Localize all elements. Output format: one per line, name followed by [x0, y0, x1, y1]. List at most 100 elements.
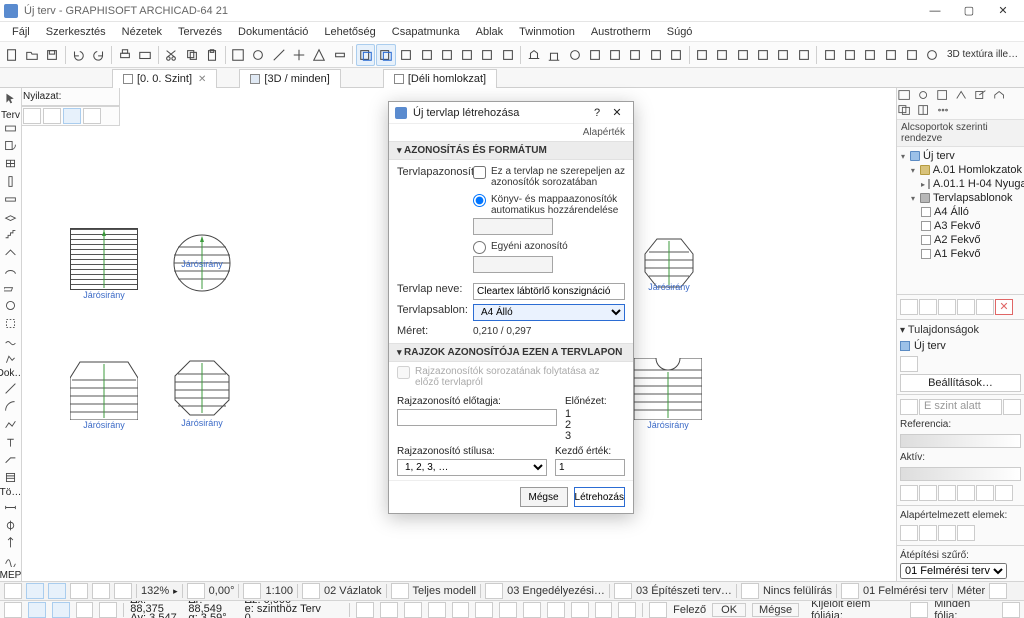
tb-generic-icon[interactable]	[458, 44, 477, 66]
nav-project-icon[interactable]	[898, 89, 916, 103]
tb-generic-icon[interactable]	[693, 44, 712, 66]
tb-cut-icon[interactable]	[162, 44, 181, 66]
defaults-link[interactable]: Alapérték	[389, 124, 633, 141]
nav-publisher-icon[interactable]	[955, 89, 973, 103]
window-minimize[interactable]: —	[918, 1, 952, 21]
renovation-filter-select[interactable]: 01 Felmérési terv	[900, 563, 1007, 579]
def-a-icon[interactable]	[900, 525, 918, 541]
qo-icon[interactable]	[114, 583, 132, 599]
stair-tool-icon[interactable]	[2, 226, 20, 243]
arrow-tool-icon[interactable]	[2, 90, 20, 107]
cb-icon[interactable]	[404, 602, 422, 618]
tb-generic-icon[interactable]	[774, 44, 793, 66]
cb-icon[interactable]	[618, 602, 636, 618]
door-tool-icon[interactable]	[2, 138, 20, 155]
tb-generic-icon[interactable]	[840, 44, 859, 66]
tb-generic-icon[interactable]	[585, 44, 604, 66]
survey-icon[interactable]	[841, 583, 859, 599]
nav-settings-icon[interactable]	[976, 299, 994, 315]
label-tool-icon[interactable]	[2, 452, 20, 469]
mesh-tool-icon[interactable]	[2, 333, 20, 350]
tb-undo-icon[interactable]	[69, 44, 88, 66]
tb-print-icon[interactable]	[115, 44, 134, 66]
cb-icon[interactable]	[547, 602, 565, 618]
qo-icon[interactable]	[70, 583, 88, 599]
layout-name-input[interactable]	[473, 283, 625, 300]
style-select[interactable]: 1, 2, 3, …	[397, 459, 547, 476]
window-close[interactable]: ✕	[986, 1, 1020, 21]
custom-id-radio[interactable]	[473, 241, 486, 254]
tb-plot-icon[interactable]	[136, 44, 155, 66]
tb-generic-icon[interactable]	[269, 44, 288, 66]
def-d-icon[interactable]	[957, 525, 975, 541]
tb-section-icon[interactable]	[545, 44, 564, 66]
tb-elev-icon[interactable]	[524, 44, 543, 66]
menu-file[interactable]: Fájl	[4, 24, 38, 40]
layer-icon[interactable]	[910, 602, 928, 618]
beam-tool-icon[interactable]	[2, 191, 20, 208]
zone-tool-icon[interactable]	[2, 315, 20, 332]
menu-austrotherm[interactable]: Austrotherm	[583, 24, 659, 40]
cb-icon[interactable]	[499, 602, 517, 618]
tb-generic-icon[interactable]	[437, 44, 456, 66]
tb-generic-icon[interactable]	[310, 44, 329, 66]
menu-views[interactable]: Nézetek	[114, 24, 170, 40]
skylight-tool-icon[interactable]	[2, 280, 20, 297]
unit-icon[interactable]	[989, 583, 1007, 599]
tree-item[interactable]: A4 Álló	[899, 205, 1022, 219]
unit-value[interactable]: Méter	[957, 585, 985, 597]
tb-generic-icon[interactable]	[881, 44, 900, 66]
survey-value[interactable]: 01 Felmérési terv	[863, 585, 948, 597]
start-input[interactable]	[555, 459, 625, 476]
tb-generic-icon[interactable]	[626, 44, 645, 66]
cb-icon[interactable]	[649, 602, 667, 618]
nav-delete-icon[interactable]: ✕	[995, 299, 1013, 315]
nav-new-icon[interactable]	[900, 299, 918, 315]
tb-generic-icon[interactable]	[902, 44, 921, 66]
cb-icon[interactable]	[523, 602, 541, 618]
view-value[interactable]: 02 Vázlatok	[324, 585, 381, 597]
tb-generic-icon[interactable]	[397, 44, 416, 66]
text-tool-icon[interactable]	[2, 434, 20, 451]
navigator-header[interactable]: Alcsoportok szerinti rendezve	[897, 120, 1024, 147]
tb-generic-icon[interactable]	[498, 44, 517, 66]
dialog-create-button[interactable]: Létrehozás	[574, 487, 625, 507]
menu-window[interactable]: Ablak	[468, 24, 512, 40]
tb-paste-icon[interactable]	[202, 44, 221, 66]
section-id-format[interactable]: AZONOSÍTÁS ÉS FORMÁTUM	[389, 141, 633, 160]
trace-opt-icon[interactable]	[1003, 399, 1021, 415]
geom-option-icon[interactable]	[43, 108, 61, 124]
tb-save-icon[interactable]	[43, 44, 62, 66]
cb-icon[interactable]	[99, 602, 117, 618]
tb-open-icon[interactable]	[22, 44, 41, 66]
felezo-button[interactable]: Felező	[673, 604, 706, 616]
settings-button[interactable]: Beállítások…	[900, 374, 1021, 392]
view-icon[interactable]	[302, 583, 320, 599]
menu-help[interactable]: Súgó	[659, 24, 701, 40]
dialog-cancel-button[interactable]: Mégse	[520, 487, 568, 507]
tb-generic-icon[interactable]	[478, 44, 497, 66]
geom-option-icon[interactable]	[23, 108, 41, 124]
tb-trace2-icon[interactable]	[376, 44, 395, 66]
tb-redo-icon[interactable]	[89, 44, 108, 66]
tree-folder[interactable]: ▾Tervlapsablonok	[899, 191, 1022, 205]
def-c-icon[interactable]	[938, 525, 956, 541]
tb-generic-icon[interactable]	[820, 44, 839, 66]
qo-icon[interactable]	[4, 583, 22, 599]
cb-icon[interactable]	[452, 602, 470, 618]
tree-item[interactable]: A1 Fekvő	[899, 247, 1022, 261]
model-value[interactable]: Teljes modell	[413, 585, 477, 597]
cb-icon[interactable]	[380, 602, 398, 618]
tab-3d[interactable]: [3D / minden]	[239, 69, 340, 88]
cb-icon[interactable]	[28, 602, 46, 618]
layer-all-icon[interactable]	[1002, 602, 1020, 618]
line-tool-icon[interactable]	[2, 380, 20, 397]
nav-more-icon[interactable]	[936, 104, 954, 118]
def-b-icon[interactable]	[919, 525, 937, 541]
section-tool-icon[interactable]	[2, 535, 20, 552]
nav-down-icon[interactable]	[957, 299, 975, 315]
tb-generic-icon[interactable]	[330, 44, 349, 66]
cb-icon[interactable]	[76, 602, 94, 618]
cb-icon[interactable]	[52, 602, 70, 618]
cb-icon[interactable]	[4, 602, 22, 618]
